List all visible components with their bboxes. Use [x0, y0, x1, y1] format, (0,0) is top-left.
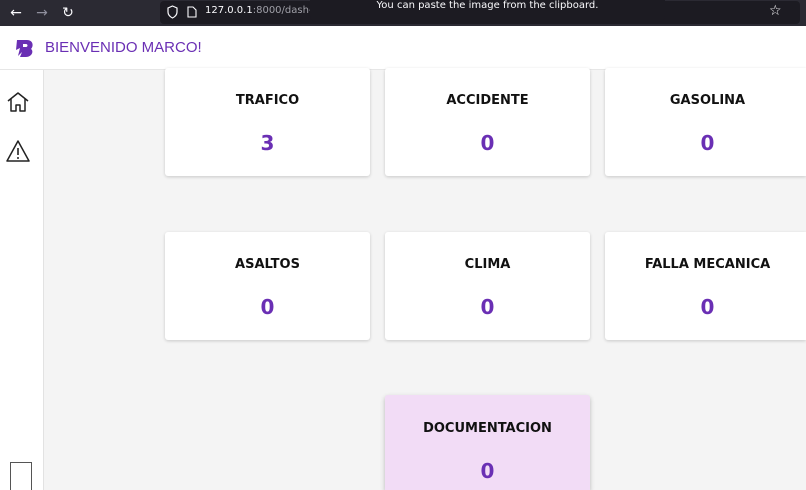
card-value: 0 [700, 131, 715, 155]
card-value: 0 [700, 295, 715, 319]
url-host: 127.0.0.1 [205, 5, 253, 16]
page-icon [187, 6, 197, 18]
reload-icon[interactable]: ↻ [58, 3, 78, 23]
card-asaltos[interactable]: ASALTOS 0 [165, 232, 370, 340]
warning-icon[interactable] [6, 139, 30, 163]
clipboard-toast: You can paste the image from the clipboa… [310, 0, 665, 22]
card-title: ASALTOS [235, 257, 300, 272]
card-title: FALLA MECANICA [644, 257, 771, 272]
document-icon[interactable] [10, 462, 32, 490]
card-documentacion[interactable]: DOCUMENTACION 0 [385, 395, 590, 490]
app-header: BIENVENIDO MARCO! [0, 26, 806, 70]
logo-icon[interactable] [14, 37, 36, 59]
card-title: CLIMA [464, 257, 511, 272]
card-title: ACCIDENTE [446, 93, 529, 108]
bookmark-star-icon[interactable]: ☆ [769, 3, 782, 19]
card-falla-mecanica[interactable]: FALLA MECANICA 0 [605, 232, 806, 340]
card-title: DOCUMENTACION [423, 421, 552, 436]
card-title: TRAFICO [235, 93, 300, 108]
card-value: 0 [480, 295, 495, 319]
card-value: 0 [480, 131, 495, 155]
browser-toolbar: ← → ↻ 127.0.0.1:8000/dash- ☆ You can pas… [0, 0, 806, 26]
card-trafico[interactable]: TRAFICO 3 [165, 68, 370, 176]
sidebar [0, 70, 44, 490]
shield-icon[interactable] [167, 5, 178, 19]
card-value: 0 [480, 459, 495, 483]
welcome-title: BIENVENIDO MARCO! [45, 39, 202, 56]
card-gasolina[interactable]: GASOLINA 0 [605, 68, 806, 176]
forward-arrow-icon[interactable]: → [32, 3, 52, 23]
card-value: 3 [260, 131, 275, 155]
url-path: :8000/dash- [252, 5, 313, 16]
card-title: GASOLINA [669, 93, 746, 108]
home-icon[interactable] [6, 90, 30, 114]
card-value: 0 [260, 295, 275, 319]
card-accidente[interactable]: ACCIDENTE 0 [385, 68, 590, 176]
back-arrow-icon[interactable]: ← [6, 3, 26, 23]
card-clima[interactable]: CLIMA 0 [385, 232, 590, 340]
url-text[interactable]: 127.0.0.1:8000/dash- [205, 5, 313, 16]
